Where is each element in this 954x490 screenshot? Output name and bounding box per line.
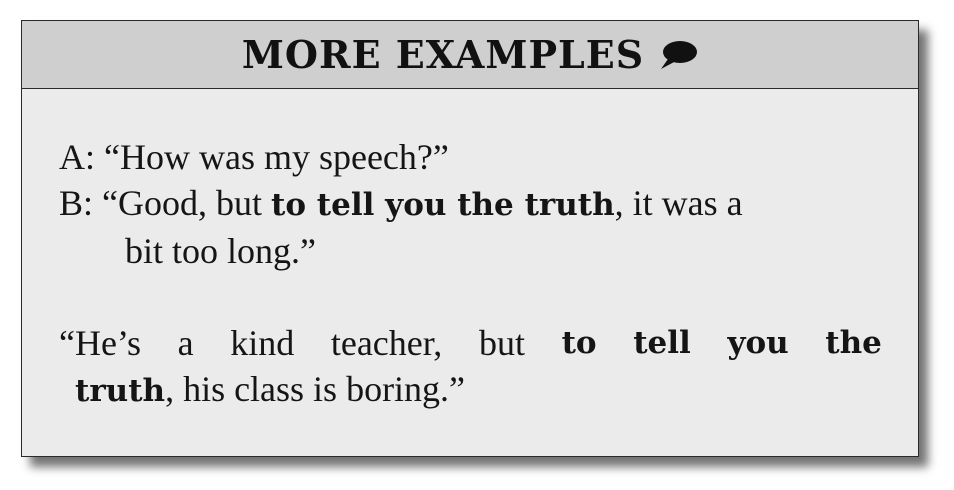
speech-bubble-icon (661, 40, 698, 69)
highlight-word: tell (633, 325, 691, 361)
example2-line2: truth, his class is boring.” (59, 366, 882, 414)
example2-line1: “He’s a kind teacher, but to tell you th… (59, 320, 882, 366)
examples-card: MORE EXAMPLES A: “How was my speech?” B:… (21, 20, 919, 457)
dialogue-b-suffix: , it was a (614, 183, 743, 223)
example2-word: but (478, 323, 525, 363)
dialogue-b-continuation: bit too long.” (125, 231, 316, 271)
highlight-phrase: to tell you the truth (271, 187, 615, 223)
example2-word: “He’s (59, 323, 141, 363)
dialogue-line-a: A: “How was my speech?” (59, 137, 449, 177)
card-header: MORE EXAMPLES (22, 21, 918, 89)
example2-word: kind (230, 323, 295, 363)
example2-word: teacher, (330, 323, 443, 363)
highlight-word: truth (75, 373, 166, 409)
highlight-word: the (825, 325, 882, 361)
example2-line2-rest: , his class is boring.” (165, 369, 466, 409)
example2-word: a (177, 323, 194, 363)
dialogue-line-b: B: “Good, but to tell you the truth, it … (59, 180, 882, 228)
dialogue-b-prefix: B: “Good, but (59, 183, 271, 223)
highlight-word: to (561, 325, 597, 361)
highlight-word: you (727, 325, 789, 361)
card-title: MORE EXAMPLES (241, 32, 645, 77)
examples-content: A: “How was my speech?” B: “Good, but to… (59, 134, 882, 414)
